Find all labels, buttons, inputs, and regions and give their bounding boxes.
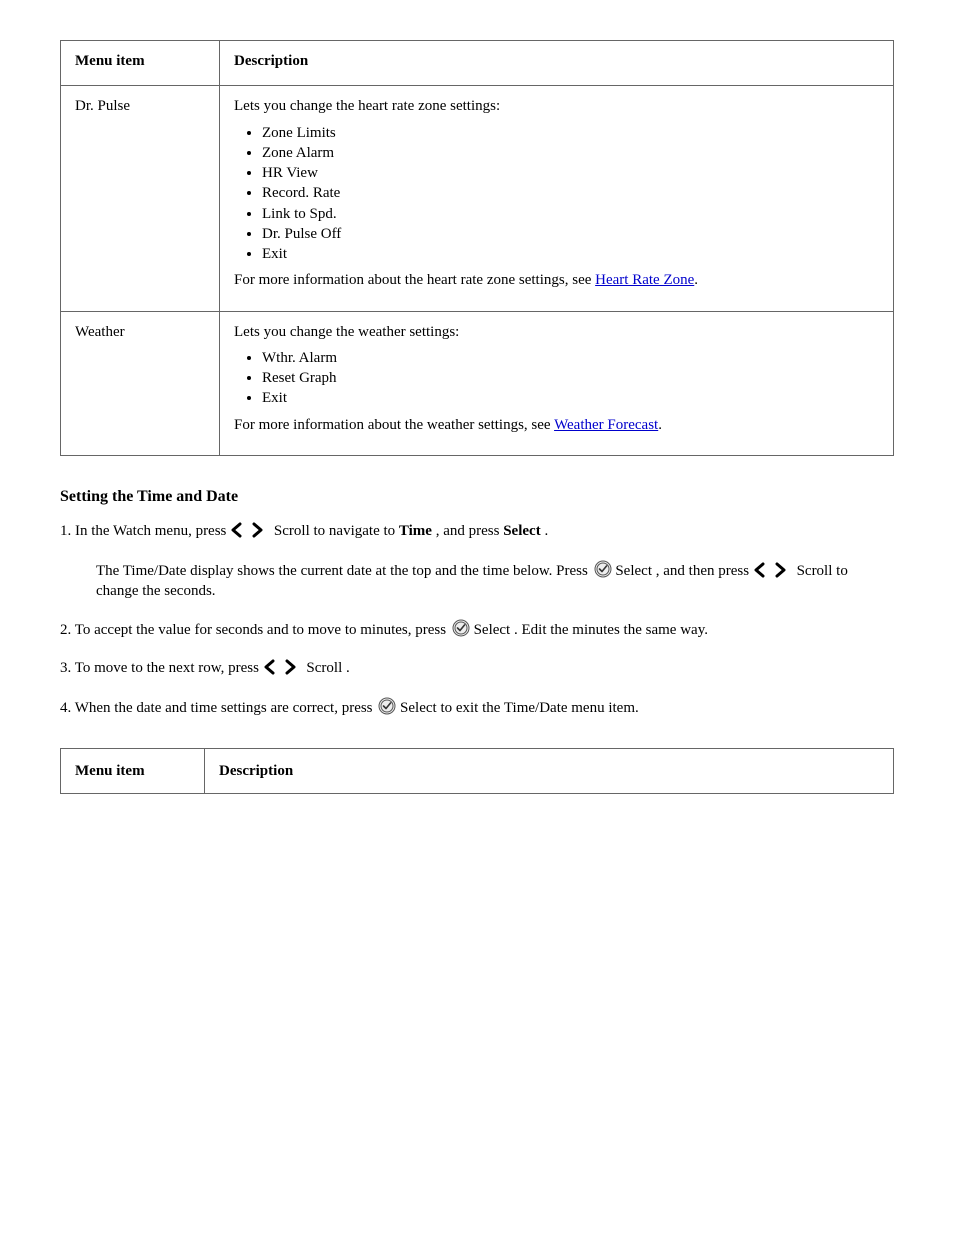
col-header-menuitem: Menu item	[61, 748, 205, 793]
desc-intro: Lets you change the heart rate zone sett…	[234, 96, 879, 116]
list-item: Reset Graph	[262, 368, 879, 388]
col-header-description: Description	[205, 748, 894, 793]
scroll-arrows-icon	[753, 563, 797, 579]
cell-menuitem-weather: Weather	[61, 311, 220, 455]
table-row: Weather Lets you change the weather sett…	[61, 311, 894, 455]
check-circle-icon	[378, 700, 400, 716]
list-item: Record. Rate	[262, 183, 879, 203]
col-header-description: Description	[220, 41, 894, 86]
label-select: Select	[503, 523, 540, 539]
list-item: Exit	[262, 244, 879, 264]
section-title: Setting the Time and Date	[60, 486, 894, 508]
step-2: 2. To accept the value for seconds and t…	[60, 619, 894, 640]
xref-weather-forecast[interactable]: Weather Forecast	[554, 417, 658, 433]
steps-block: 1. In the Watch menu, press Scroll to na…	[60, 521, 894, 718]
table-row: Dr. Pulse Lets you change the heart rate…	[61, 86, 894, 311]
desc-intro: Lets you change the weather settings:	[234, 322, 879, 342]
list-item: Link to Spd.	[262, 204, 879, 224]
check-circle-icon	[594, 563, 616, 579]
menu-table-2: Menu item Description	[60, 748, 894, 794]
scroll-arrows-icon	[263, 660, 307, 676]
step-3: 3. To move to the next row, press Scroll…	[60, 658, 894, 678]
menu-table-1: Menu item Description Dr. Pulse Lets you…	[60, 40, 894, 456]
col-header-menuitem: Menu item	[61, 41, 220, 86]
step-4: 4. When the date and time settings are c…	[60, 697, 894, 718]
list-item: Dr. Pulse Off	[262, 224, 879, 244]
desc-outro: For more information about the weather s…	[234, 415, 879, 435]
scroll-arrows-icon	[230, 523, 274, 539]
page-root: { "table1": { "headers": ["Menu item", "…	[0, 0, 954, 1235]
list-item: Zone Alarm	[262, 143, 879, 163]
cell-desc-drpulse: Lets you change the heart rate zone sett…	[220, 86, 894, 311]
step-1: 1. In the Watch menu, press Scroll to na…	[60, 521, 894, 541]
label-time: Time	[399, 523, 432, 539]
list-item: Zone Limits	[262, 123, 879, 143]
list-item: HR View	[262, 163, 879, 183]
option-list: Wthr. Alarm Reset Graph Exit	[234, 348, 879, 409]
list-item: Wthr. Alarm	[262, 348, 879, 368]
cell-desc-weather: Lets you change the weather settings: Wt…	[220, 311, 894, 455]
check-circle-icon	[452, 622, 474, 638]
xref-heart-rate-zone[interactable]: Heart Rate Zone	[595, 272, 694, 288]
desc-outro: For more information about the heart rat…	[234, 270, 879, 290]
cell-menuitem-drpulse: Dr. Pulse	[61, 86, 220, 311]
list-item: Exit	[262, 388, 879, 408]
option-list: Zone Limits Zone Alarm HR View Record. R…	[234, 123, 879, 265]
step-1b: The Time/Date display shows the current …	[60, 560, 894, 602]
